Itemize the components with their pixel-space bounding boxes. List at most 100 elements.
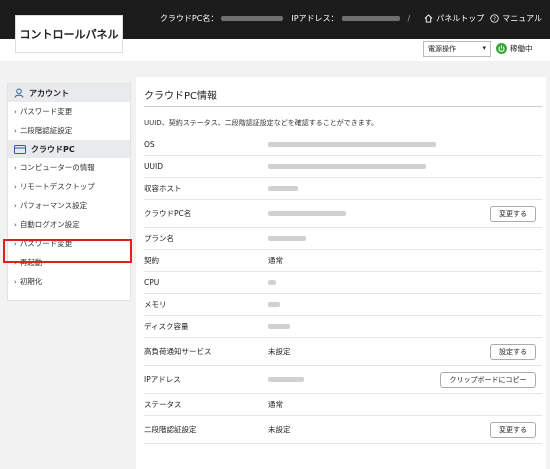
row-key: UUID bbox=[144, 162, 163, 171]
pc-name-label: クラウドPC名： bbox=[159, 14, 219, 23]
redacted-value bbox=[268, 164, 426, 169]
redacted-value bbox=[268, 211, 346, 216]
set-load-alert-button[interactable]: 設定する bbox=[490, 343, 536, 360]
power-select-value: 電源操作 bbox=[428, 45, 456, 53]
row-value bbox=[268, 142, 542, 147]
redacted-value bbox=[268, 302, 280, 307]
chevron-right-icon: › bbox=[14, 107, 17, 116]
info-row-plan: プラン名 bbox=[144, 228, 542, 250]
power-operation-select[interactable]: 電源操作 ▾ bbox=[423, 41, 491, 57]
row-key: プラン名 bbox=[144, 234, 174, 243]
row-key: 契約 bbox=[144, 256, 159, 265]
row-value bbox=[268, 302, 542, 307]
chevron-right-icon: › bbox=[14, 220, 17, 229]
sidebar-item-label: 二段階認証設定 bbox=[19, 126, 73, 135]
page-description: UUID、契約ステータス、二段階認証設定などを確認することができます。 bbox=[144, 119, 379, 127]
info-row-cpu: CPU bbox=[144, 272, 542, 294]
redacted-value bbox=[268, 186, 298, 191]
sidebar-section-cloudpc: クラウドPC bbox=[8, 140, 130, 158]
info-row-disk: ディスク容量 bbox=[144, 316, 542, 338]
row-key: クラウドPC名 bbox=[144, 209, 192, 218]
chevron-right-icon: › bbox=[14, 277, 17, 286]
info-row-contract: 契約 通常 bbox=[144, 250, 542, 272]
row-value bbox=[268, 324, 542, 329]
row-key: メモリ bbox=[144, 300, 167, 309]
manual-label: マニュアル bbox=[502, 14, 542, 23]
panel-top-link[interactable]: パネルトップ bbox=[424, 13, 484, 24]
sidebar-item-account-password-change[interactable]: › パスワード変更 bbox=[8, 102, 130, 121]
power-icon bbox=[496, 43, 507, 54]
row-key: 収容ホスト bbox=[144, 184, 182, 193]
redacted-value bbox=[268, 280, 276, 285]
row-key: ディスク容量 bbox=[144, 322, 189, 331]
title-divider bbox=[144, 106, 542, 107]
row-key: IPアドレス bbox=[144, 375, 181, 384]
status-label: 稼働中 bbox=[510, 44, 533, 53]
info-row-uuid: UUID bbox=[144, 156, 542, 178]
main-panel: クラウドPC情報 UUID、契約ステータス、二段階認証設定などを確認することがで… bbox=[136, 77, 546, 469]
monitor-icon bbox=[14, 144, 26, 154]
user-icon bbox=[14, 88, 24, 98]
redacted-value bbox=[268, 377, 304, 382]
change-two-factor-button[interactable]: 変更する bbox=[490, 421, 536, 438]
row-value bbox=[268, 280, 542, 285]
pc-name-value-redacted bbox=[221, 16, 284, 21]
sidebar-item-label: 自動ログオン設定 bbox=[19, 220, 80, 229]
sidebar-item-two-factor[interactable]: › 二段階認証設定 bbox=[8, 121, 130, 140]
redacted-value bbox=[268, 324, 290, 329]
chevron-right-icon: › bbox=[14, 126, 17, 135]
redacted-value bbox=[268, 142, 436, 147]
sidebar-section-account: アカウント bbox=[8, 84, 130, 102]
status-indicator: 稼働中 bbox=[496, 43, 533, 54]
svg-text:?: ? bbox=[493, 17, 496, 23]
info-row-ip: IPアドレス クリップボードにコピー bbox=[144, 366, 542, 394]
panel-top-label: パネルトップ bbox=[436, 14, 485, 23]
sidebar-item-performance[interactable]: › パフォーマンス設定 bbox=[8, 196, 130, 215]
manual-link[interactable]: ? マニュアル bbox=[490, 13, 542, 24]
info-row-status: ステータス 通常 bbox=[144, 394, 542, 416]
sidebar-section-account-title: アカウント bbox=[29, 88, 69, 98]
row-value bbox=[268, 186, 542, 191]
row-key: ステータス bbox=[144, 400, 182, 409]
logo[interactable]: コントロールパネル bbox=[15, 15, 123, 53]
sidebar-item-label: リモートデスクトップ bbox=[19, 182, 95, 191]
info-row-pc-name: クラウドPC名 変更する bbox=[144, 200, 542, 228]
header-info: クラウドPC名： IPアドレス： / パネルトップ ? マニュアル bbox=[160, 13, 542, 24]
sidebar: アカウント › パスワード変更 › 二段階認証設定 クラウドPC › コンピューターの… bbox=[7, 83, 131, 301]
sidebar-item-label: パスワード変更 bbox=[19, 107, 73, 116]
row-key: OS bbox=[144, 140, 155, 149]
sidebar-item-label: パフォーマンス設定 bbox=[19, 201, 88, 210]
sidebar-section-cloudpc-title: クラウドPC bbox=[31, 144, 75, 154]
redacted-value bbox=[268, 236, 306, 241]
ip-label: IPアドレス： bbox=[291, 14, 339, 23]
row-value: 通常 bbox=[268, 256, 283, 265]
row-value bbox=[268, 236, 542, 241]
copy-to-clipboard-button[interactable]: クリップボードにコピー bbox=[440, 371, 536, 388]
chevron-right-icon: › bbox=[14, 182, 17, 191]
header-separator: / bbox=[407, 14, 411, 23]
highlight-frame bbox=[3, 239, 132, 263]
ip-value-redacted bbox=[341, 16, 400, 21]
sidebar-item-label: 初期化 bbox=[19, 277, 43, 286]
sidebar-item-auto-logon[interactable]: › 自動ログオン設定 bbox=[8, 215, 130, 234]
info-row-host: 収容ホスト bbox=[144, 178, 542, 200]
row-value: 通常 bbox=[268, 400, 283, 409]
sidebar-item-initialize[interactable]: › 初期化 bbox=[8, 272, 130, 291]
help-icon: ? bbox=[490, 14, 499, 23]
sidebar-item-remote-desktop[interactable]: › リモートデスクトップ bbox=[8, 177, 130, 196]
info-row-two-factor: 二段階認証設定 未設定 変更する bbox=[144, 416, 542, 444]
home-icon bbox=[424, 14, 433, 23]
change-pc-name-button[interactable]: 変更する bbox=[490, 205, 536, 222]
sidebar-item-label: コンピューターの情報 bbox=[19, 163, 95, 172]
chevron-down-icon: ▾ bbox=[482, 44, 486, 52]
row-key: 高負荷通知サービス bbox=[144, 347, 212, 356]
sidebar-item-computer-info[interactable]: › コンピューターの情報 bbox=[8, 158, 130, 177]
row-key: CPU bbox=[144, 278, 160, 287]
info-row-os: OS bbox=[144, 134, 542, 156]
chevron-right-icon: › bbox=[14, 201, 17, 210]
page-title: クラウドPC情報 bbox=[144, 91, 218, 102]
row-key: 二段階認証設定 bbox=[144, 425, 197, 434]
row-value bbox=[268, 164, 542, 169]
info-row-memory: メモリ bbox=[144, 294, 542, 316]
info-row-load-alert: 高負荷通知サービス 未設定 設定する bbox=[144, 338, 542, 366]
